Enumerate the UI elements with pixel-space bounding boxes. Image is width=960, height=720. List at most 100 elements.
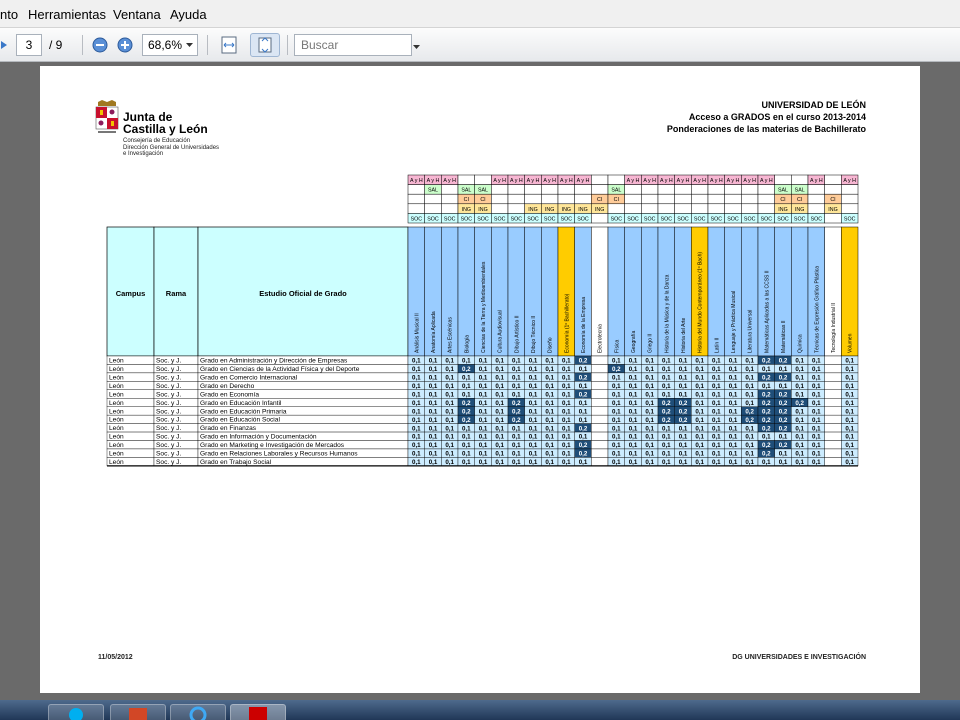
- value-label: 0,1: [745, 434, 754, 441]
- value-label: 0,1: [695, 434, 704, 441]
- next-page-arrow-icon[interactable]: [0, 33, 12, 57]
- taskbar-ie-icon[interactable]: [170, 704, 226, 720]
- search-input[interactable]: Buscar: [294, 34, 412, 56]
- tag-cell: [407, 203, 425, 214]
- tag-label: A y H: [843, 178, 856, 184]
- value-label: 0,1: [812, 459, 821, 466]
- value-label: 0,1: [429, 391, 438, 398]
- zoom-out-icon: [92, 37, 108, 53]
- search-options-chevron-icon[interactable]: [413, 45, 420, 50]
- value-label: 0,1: [412, 375, 421, 382]
- value-label: 0,1: [412, 383, 421, 390]
- tag-label: ING: [595, 207, 604, 213]
- value-label: 0,2: [462, 366, 471, 373]
- tag-cell: [407, 184, 425, 195]
- rama-cell: Soc. y J.: [156, 425, 181, 432]
- value-label: 0,1: [479, 459, 488, 466]
- value-cell: [591, 381, 609, 391]
- value-label: 0,2: [462, 408, 471, 415]
- zoom-in-button[interactable]: [115, 33, 135, 57]
- value-label: 0,1: [612, 425, 621, 432]
- rama-cell: Soc. y J.: [156, 383, 181, 390]
- value-label: 0,1: [495, 434, 504, 441]
- menu-documento[interactable]: nto: [0, 7, 18, 22]
- menu-ayuda[interactable]: Ayuda: [170, 7, 207, 22]
- zoom-level-select[interactable]: 68,6%: [142, 34, 198, 56]
- value-label: 0,1: [612, 442, 621, 449]
- value-label: 0,1: [479, 383, 488, 390]
- document-viewer[interactable]: Junta de Castilla y León Consejería de E…: [0, 63, 960, 700]
- tag-label: SAL: [461, 188, 471, 194]
- value-label: 0,1: [545, 417, 554, 424]
- value-cell: [824, 431, 842, 441]
- value-label: 0,1: [679, 451, 688, 458]
- subject-label: Latín II: [714, 338, 720, 353]
- value-label: 0,1: [745, 459, 754, 466]
- value-label: 0,1: [729, 425, 738, 432]
- tag-cell: [424, 203, 442, 214]
- tag-label: SOC: [527, 216, 539, 222]
- value-label: 0,1: [679, 442, 688, 449]
- value-label: 0,1: [695, 408, 704, 415]
- tag-cell: [674, 193, 692, 205]
- fit-width-button[interactable]: [217, 33, 241, 57]
- tag-cell: [607, 174, 625, 185]
- taskbar-skype-icon[interactable]: [48, 704, 104, 720]
- value-label: 0,1: [529, 451, 538, 458]
- value-label: 0,1: [679, 383, 688, 390]
- tag-label: A y H: [627, 178, 640, 184]
- value-label: 0,1: [745, 425, 754, 432]
- estudio-cell: Grado en Economía: [200, 391, 259, 398]
- zoom-out-button[interactable]: [90, 33, 110, 57]
- fit-width-icon: [221, 36, 237, 54]
- rama-cell: Soc. y J.: [156, 459, 181, 466]
- value-cell: [591, 448, 609, 458]
- taskbar-acrobat-icon[interactable]: [230, 704, 286, 720]
- value-label: 0,1: [445, 459, 454, 466]
- tag-cell: [524, 193, 542, 205]
- value-label: 0,1: [562, 400, 571, 407]
- value-label: 0,1: [812, 375, 821, 382]
- value-label: 0,1: [795, 408, 804, 415]
- value-cell: [591, 398, 609, 407]
- page-number-input[interactable]: 3: [16, 34, 42, 56]
- value-label: 0,1: [645, 383, 654, 390]
- value-label: 0,1: [845, 459, 854, 466]
- taskbar-powerpoint-icon[interactable]: [110, 704, 166, 720]
- tag-label: SOC: [844, 216, 856, 222]
- menu-herramientas[interactable]: Herramientas: [28, 7, 106, 22]
- tag-cell: [824, 184, 842, 195]
- tag-cell: [741, 193, 759, 205]
- value-label: 0,1: [629, 425, 638, 432]
- value-label: 0,1: [545, 442, 554, 449]
- value-label: 0,1: [845, 375, 854, 382]
- value-label: 0,1: [712, 442, 721, 449]
- estudio-header: Estudio Oficial de Grado: [259, 289, 347, 298]
- value-label: 0,1: [729, 442, 738, 449]
- tag-cell: [441, 203, 459, 214]
- tag-cell: [507, 203, 525, 214]
- tag-cell: [624, 184, 642, 195]
- value-label: 0,1: [495, 417, 504, 424]
- tag-label: ING: [545, 207, 554, 213]
- tag-label: A y H: [527, 178, 540, 184]
- value-cell: [591, 423, 609, 433]
- tag-label: A y H: [743, 178, 756, 184]
- value-label: 0,1: [812, 434, 821, 441]
- value-label: 0,1: [512, 358, 521, 365]
- value-label: 0,1: [779, 366, 788, 373]
- tag-cell: [641, 203, 659, 214]
- tag-cell: [441, 193, 459, 205]
- value-cell: [824, 423, 842, 433]
- tag-cell: [774, 174, 792, 185]
- tag-cell: [491, 203, 509, 214]
- value-label: 0,1: [645, 417, 654, 424]
- value-label: 0,1: [529, 383, 538, 390]
- fit-page-button[interactable]: [250, 33, 280, 57]
- estudio-cell: Grado en Educación Infantil: [200, 400, 282, 407]
- value-label: 0,1: [712, 400, 721, 407]
- menu-ventana[interactable]: Ventana: [113, 7, 161, 22]
- tag-label: CI: [614, 197, 619, 203]
- value-cell: [591, 457, 609, 467]
- tag-cell: [657, 184, 675, 195]
